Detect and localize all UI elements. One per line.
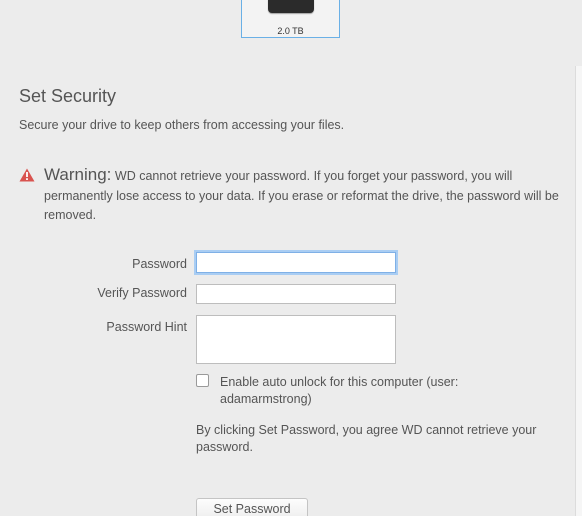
password-hint-input[interactable] (196, 315, 396, 364)
verify-password-input[interactable] (196, 284, 396, 304)
set-security-page: 2.0 TB Set Security Secure your drive to… (0, 0, 582, 516)
warning-triangle-icon (19, 168, 35, 182)
warning-text: WD cannot retrieve your password. If you… (44, 169, 559, 222)
verify-password-label: Verify Password (97, 286, 187, 300)
password-input[interactable] (196, 252, 396, 273)
drive-size-label: 2.0 TB (277, 26, 304, 36)
warning-message: Warning: WD cannot retrieve your passwor… (44, 165, 569, 226)
warning-heading: Warning: (44, 165, 112, 184)
scroll-edge (575, 66, 582, 516)
section-title: Set Security (19, 86, 117, 106)
set-password-button[interactable]: Set Password (196, 498, 308, 516)
password-hint-label: Password Hint (106, 320, 187, 334)
section-subtitle: Secure your drive to keep others from ac… (19, 118, 345, 132)
drive-tile[interactable]: 2.0 TB (241, 0, 340, 38)
hard-drive-icon (268, 0, 314, 13)
password-label: Password (132, 257, 187, 271)
auto-unlock-checkbox[interactable] (196, 374, 209, 387)
agreement-text: By clicking Set Password, you agree WD c… (196, 423, 537, 454)
auto-unlock-label[interactable]: Enable auto unlock for this computer (us… (220, 374, 550, 408)
